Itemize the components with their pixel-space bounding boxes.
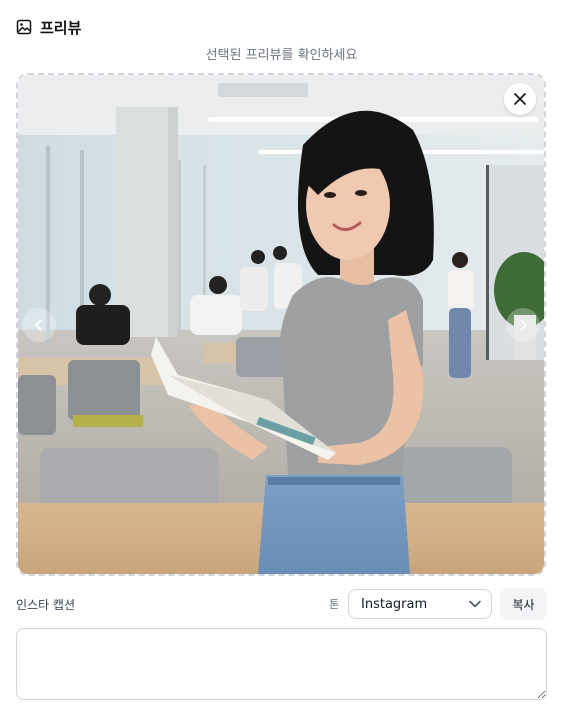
close-icon (514, 93, 526, 105)
page-title: 프리뷰 (40, 18, 82, 37)
caption-textarea[interactable] (16, 628, 547, 700)
next-image-button[interactable] (506, 308, 540, 342)
close-preview-button[interactable] (504, 83, 536, 115)
platform-select[interactable]: Instagram (348, 589, 492, 619)
chevron-left-icon (34, 319, 42, 331)
caption-label: 인스타 캡션 (16, 598, 76, 612)
preview-image-frame (16, 73, 546, 576)
copy-button[interactable]: 복사 (500, 588, 547, 620)
preview-subtitle: 선택된 프리뷰를 확인하세요 (205, 48, 358, 63)
previous-image-button[interactable] (22, 308, 56, 342)
chevron-right-icon (520, 319, 528, 331)
platform-select-value: Instagram (361, 596, 428, 612)
chevron-down-icon (469, 600, 481, 608)
image-icon (16, 19, 32, 35)
caption-toolbar: 인스타 캡션 톤 Instagram 복사 (16, 588, 547, 620)
preview-photo (18, 75, 544, 574)
preview-header: 프리뷰 (16, 15, 81, 39)
tone-label: 톤 (329, 598, 340, 611)
